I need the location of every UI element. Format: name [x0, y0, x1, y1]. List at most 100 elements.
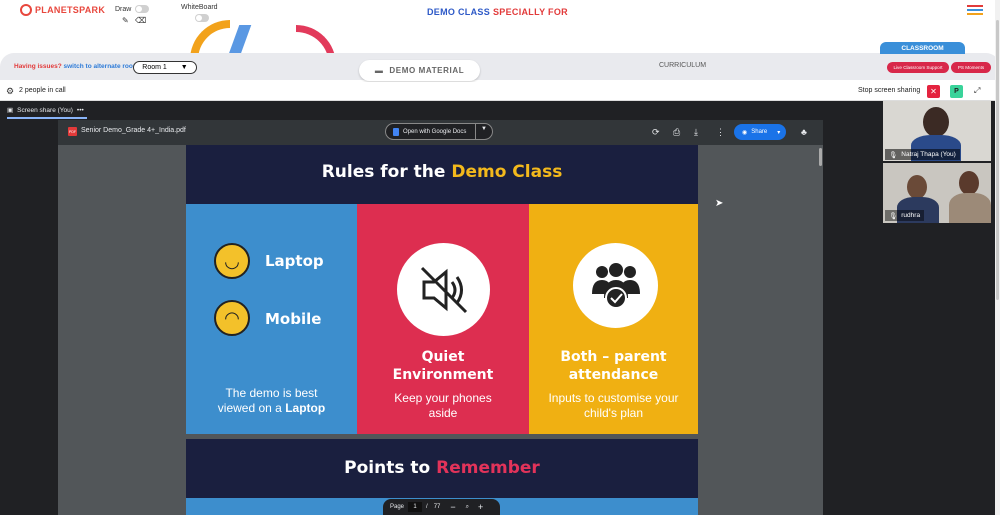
draw-label: Draw	[115, 6, 132, 13]
live-support-button[interactable]: Live Classroom Support	[887, 62, 949, 73]
ps-moments-button[interactable]: PS Moments	[951, 62, 991, 73]
rule-parent-heading-line1: Both – parent	[560, 349, 667, 365]
whiteboard-toggle[interactable]	[195, 14, 209, 22]
page-title-specially-for: SPECIALLY FOR	[493, 7, 568, 17]
caret-down-icon: ▼	[180, 64, 188, 71]
demo-material-button[interactable]: ▬ DEMO MATERIAL	[359, 60, 480, 81]
slide-rules-title: Rules for the Demo Class	[186, 162, 698, 182]
participant-name-tag: 🎙 rudhra	[885, 210, 925, 221]
share-label: Share	[751, 129, 768, 135]
search-icon[interactable]: ⌕	[466, 504, 469, 511]
rule-quiet-text-line2: aside	[428, 406, 458, 420]
zoom-in-icon[interactable]: +	[478, 502, 483, 512]
issue-text: Having issues?	[14, 63, 62, 70]
folder-icon: ▬	[374, 66, 384, 75]
mic-icon: 🎙	[889, 151, 898, 159]
open-with-google-docs-button[interactable]: Open with Google Docs	[385, 123, 493, 140]
room-select-value: Room 1	[142, 64, 167, 71]
slide-points-title: Points to Remember	[186, 458, 698, 478]
download-icon[interactable]: ⤓	[694, 127, 698, 138]
rule-quiet-heading: Quiet Environment	[357, 348, 529, 384]
screen-share-tab[interactable]: ▣ Screen share (You) •••	[7, 106, 84, 115]
page-total: 77	[433, 504, 441, 510]
rule-parent-heading: Both – parent attendance	[529, 348, 698, 384]
rule-quiet-heading-line1: Quiet	[421, 349, 465, 365]
rule-device-text-laptop: Laptop	[285, 401, 326, 415]
curriculum-tab[interactable]: CURRICULUM	[659, 62, 706, 69]
page-label: Page	[390, 504, 405, 510]
google-docs-icon	[393, 127, 399, 136]
menu-icon[interactable]	[967, 5, 983, 17]
brand-name: PLANETSPARK	[35, 5, 106, 15]
family-group-icon	[573, 243, 658, 328]
issue-notice: Having issues? switch to alternate room	[14, 63, 139, 70]
rule-quiet-heading-line2: Environment	[392, 367, 494, 383]
slide-points-title-red: Remember	[436, 458, 540, 478]
whiteboard-label: WhiteBoard	[181, 4, 218, 11]
rule-device-text-line2: viewed on a Laptop	[186, 401, 357, 416]
zoom-out-icon[interactable]: −	[450, 502, 455, 512]
pdf-file-icon: PDF	[68, 127, 77, 136]
add-shortcut-icon[interactable]: ⟳	[652, 127, 660, 138]
more-vert-icon[interactable]: ⋮	[716, 127, 725, 138]
room-select[interactable]: Room 1 ▼	[133, 61, 197, 74]
page-scrollbar-thumb[interactable]	[996, 20, 999, 300]
slide-rules-title-yellow: Demo Class	[451, 162, 563, 182]
eraser-icon[interactable]: ⌫	[135, 16, 146, 25]
mic-icon: 🎙	[889, 212, 898, 220]
draw-toggle[interactable]	[135, 5, 149, 13]
screen-share-icon: ▣	[7, 107, 14, 114]
share-button[interactable]: ◉ Share ▾	[734, 124, 786, 140]
share-caret-icon: ▾	[777, 129, 781, 136]
slide-rules-title-white: Rules for the	[321, 162, 446, 182]
sad-face-icon: ◠	[214, 300, 250, 336]
demo-material-label: DEMO MATERIAL	[389, 66, 465, 75]
mouse-cursor-icon: ➤	[715, 198, 724, 209]
ps-moments-label: PS Moments	[957, 65, 985, 70]
pencil-icon[interactable]: ✎	[122, 16, 129, 25]
open-with-label: Open with Google Docs	[403, 128, 467, 135]
screen-share-label: Screen share (You)	[17, 106, 73, 114]
call-bar	[0, 82, 995, 101]
participant-name: rudhra	[901, 212, 921, 219]
open-with-divider	[475, 123, 476, 140]
gear-icon[interactable]: ⚙	[6, 86, 14, 97]
rule-parent-text: Inputs to customise your child's plan	[529, 391, 698, 421]
stop-sharing-button[interactable]: ✕	[927, 85, 940, 98]
participant-name-tag: 🎙 Natraj Thapa (You)	[885, 149, 960, 160]
smile-face-icon: ◡	[214, 243, 250, 279]
rule-parent-text-line1: Inputs to customise your	[548, 391, 679, 405]
pdf-scrollbar[interactable]	[819, 148, 822, 166]
more-options-icon[interactable]: •••	[77, 107, 84, 114]
page-title-demo-class: DEMO CLASS	[427, 7, 491, 17]
fullscreen-icon[interactable]: ⤢	[974, 86, 980, 96]
mute-speaker-icon	[397, 243, 490, 336]
slide-points-title-white: Points to	[344, 458, 431, 478]
page-separator: /	[426, 504, 428, 510]
tab-classroom[interactable]: CLASSROOM	[880, 42, 965, 54]
rule-parent-text-line2: child's plan	[584, 406, 643, 420]
rule-device-text-line1: The demo is best	[225, 386, 318, 400]
rule-device-text-line2a: viewed on a	[217, 401, 286, 415]
brand-logo-mark	[20, 4, 32, 16]
people-count: 2 people in call	[19, 87, 66, 94]
page-navigator: Page 1 / 77 − ⌕ +	[383, 499, 500, 515]
active-tab-indicator	[7, 117, 87, 119]
rule-quiet-text: Keep your phones aside	[357, 391, 529, 421]
pip-button[interactable]: P	[950, 85, 963, 98]
pdf-filename: Senior Demo_Grade 4+_India.pdf	[81, 127, 186, 134]
brand-logo[interactable]: PLANETSPARK	[20, 4, 105, 16]
rule-parent-heading-line2: attendance	[568, 367, 659, 383]
rule-quiet-text-line1: Keep your phones	[394, 391, 492, 405]
participant-name: Natraj Thapa (You)	[901, 151, 956, 158]
stop-sharing-label: Stop screen sharing	[858, 87, 921, 94]
rule-device-text: The demo is best viewed on a Laptop	[186, 386, 357, 416]
live-support-label: Live Classroom Support	[893, 65, 943, 70]
open-with-dropdown-icon[interactable]: ▼	[481, 126, 487, 132]
laptop-label: Laptop	[265, 252, 324, 270]
page-number-input[interactable]: 1	[408, 502, 423, 512]
extension-icon[interactable]: ♣	[801, 127, 807, 137]
mobile-label: Mobile	[265, 310, 322, 328]
alternate-room-link[interactable]: switch to alternate room	[64, 63, 139, 70]
print-icon[interactable]: ⎙	[673, 127, 680, 138]
